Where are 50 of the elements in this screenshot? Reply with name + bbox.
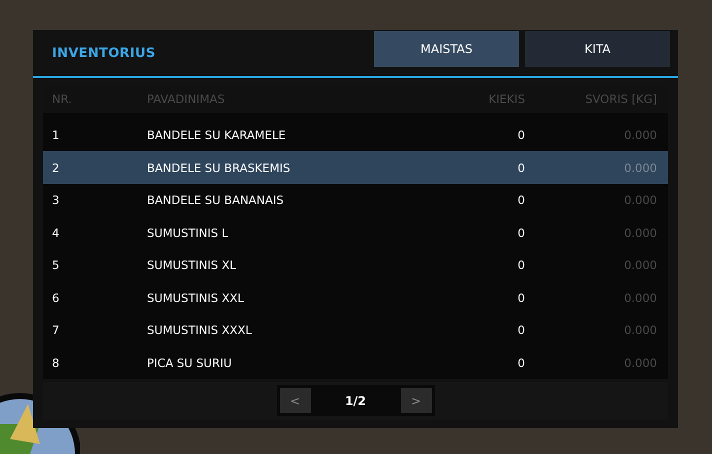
table-cell-text: 0 — [516, 290, 525, 305]
table-cell-text: BANDELE SU KARAMELE — [147, 128, 287, 142]
table-row[interactable]: 7 SUMUSTINIS XXXL 0 0.000 — [43, 314, 668, 346]
window-title: INVENTORIUS — [52, 46, 156, 61]
table-cell-text: 0.000 — [623, 160, 658, 175]
table-cell-text: 0.000 — [623, 323, 658, 338]
table-cell-text: SUMUSTINIS L — [147, 226, 230, 240]
table-cell-text: 0 — [516, 160, 525, 175]
table-cell-text: 0 — [516, 193, 525, 208]
table-cell-text: SUMUSTINIS XL — [147, 258, 238, 272]
table-cell-text: BANDELE SU BRASKEMIS — [147, 160, 292, 175]
table-cell-text: 6 — [51, 290, 60, 305]
table-cell-text: BANDELE SU BANANAIS — [147, 193, 285, 208]
column-header: PAVADINIMAS — [147, 92, 226, 106]
tab[interactable]: KITA — [525, 30, 670, 67]
table-cell-text: 1 — [51, 128, 60, 142]
column-header: KIEKIS — [488, 92, 525, 106]
next-page-button[interactable]: > — [400, 388, 432, 414]
table-row[interactable]: 3 BANDELE SU BANANAIS 0 0.000 — [43, 184, 668, 216]
table-row[interactable]: 4 SUMUSTINIS L 0 0.000 — [43, 216, 668, 249]
table-cell-text: 0.000 — [623, 356, 658, 370]
table-cell-text: 8 — [51, 356, 60, 370]
table-cell-text: 5 — [51, 258, 60, 272]
table-cell-text: SUMUSTINIS XXL — [147, 290, 245, 305]
previous-page-button[interactable]: < — [280, 388, 310, 414]
tab[interactable]: MAISTAS — [374, 30, 519, 67]
table-cell-text: 3 — [51, 193, 60, 208]
table-cell-text: 0.000 — [623, 193, 658, 208]
table-cell-text: 0 — [516, 356, 525, 370]
table-cell-text: 0 — [516, 128, 525, 142]
table-row[interactable]: 1 BANDELE SU KARAMELE 0 0.000 — [43, 118, 668, 152]
table-cell-text: 7 — [51, 323, 60, 338]
page-indicator: 1/2 — [344, 394, 368, 408]
table-row[interactable]: 5 SUMUSTINIS XL 0 0.000 — [43, 248, 668, 282]
table-cell-text: PICA SU SURIU — [147, 356, 233, 370]
table-cell-text: 0 — [516, 323, 525, 338]
table-row[interactable]: 6 SUMUSTINIS XXL 0 0.000 — [43, 281, 668, 314]
column-header: NR. — [51, 92, 73, 106]
table-cell-text: 0.000 — [623, 290, 658, 305]
table-cell-text: 0.000 — [623, 128, 658, 142]
table-row[interactable]: 8 PICA SU SURIU 0 0.000 — [43, 346, 668, 379]
table-cell-text: 2 — [51, 160, 60, 175]
column-header: SVORIS [KG] — [584, 92, 658, 106]
table-cell-text: 4 — [51, 226, 60, 240]
table-cell-text: SUMUSTINIS XXXL — [147, 323, 253, 338]
table-cell-text: 0 — [516, 258, 525, 272]
table-row[interactable]: 2 BANDELE SU BRASKEMIS 0 0.000 — [43, 151, 668, 184]
table-cell-text: 0.000 — [623, 226, 658, 240]
table-cell-text: 0 — [516, 226, 525, 240]
table-cell-text: 0.000 — [623, 258, 658, 272]
